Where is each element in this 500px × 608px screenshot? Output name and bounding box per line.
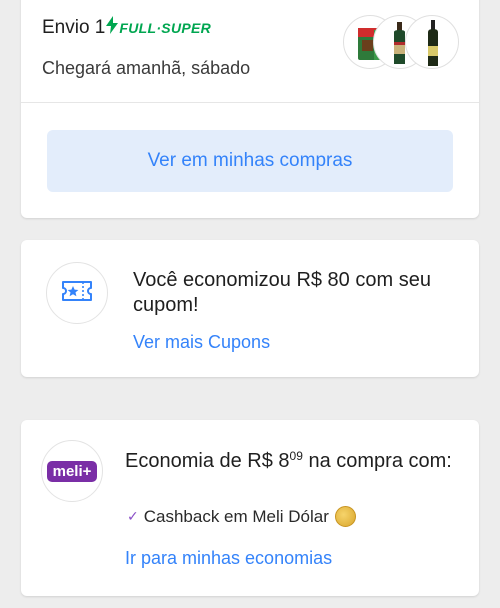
view-purchases-button[interactable]: Ver em minhas compras <box>47 130 453 192</box>
more-coupons-link[interactable]: Ver mais Cupons <box>133 332 270 353</box>
shipment-card: Envio 1 FULL·SUPER Chegará amanhã, sábad… <box>21 0 479 218</box>
product-thumbnails[interactable] <box>343 15 459 69</box>
meli-plus-logo: meli+ <box>46 460 98 482</box>
product-thumbnail-bottle-dark[interactable] <box>405 15 459 69</box>
shipment-title-text: Envio 1 <box>42 17 106 38</box>
meli-plus-logo-circle: meli+ <box>41 440 103 502</box>
economy-prefix: Economia de R$ 8 <box>125 450 290 472</box>
lightning-icon <box>106 16 119 40</box>
cashback-row: ✓ Cashback em Meli Dólar <box>127 506 356 527</box>
economy-cents: 09 <box>289 449 303 463</box>
coupon-icon-circle <box>46 262 108 324</box>
full-super-badge: FULL·SUPER <box>119 20 212 36</box>
coupon-card: Você economizou R$ 80 com seu cupom! Ver… <box>21 240 479 377</box>
economy-message: Economia de R$ 809 na compra com: <box>125 443 465 475</box>
shipment-title: Envio 1 FULL·SUPER <box>42 16 211 40</box>
coupon-message: Você economizou R$ 80 com seu cupom! <box>133 269 431 316</box>
check-icon: ✓ <box>127 508 139 524</box>
divider <box>21 102 479 103</box>
my-economies-link[interactable]: Ir para minhas economias <box>125 548 332 569</box>
meli-dollar-coin-icon <box>334 506 356 527</box>
arrival-text: Chegará amanhã, sábado <box>42 58 251 78</box>
ticket-star-icon <box>61 279 93 308</box>
economy-suffix: na compra com: <box>302 450 452 472</box>
cashback-label: Cashback em Meli Dólar <box>143 506 329 526</box>
meli-plus-card: meli+ Economia de R$ 809 na compra com: … <box>21 420 479 596</box>
